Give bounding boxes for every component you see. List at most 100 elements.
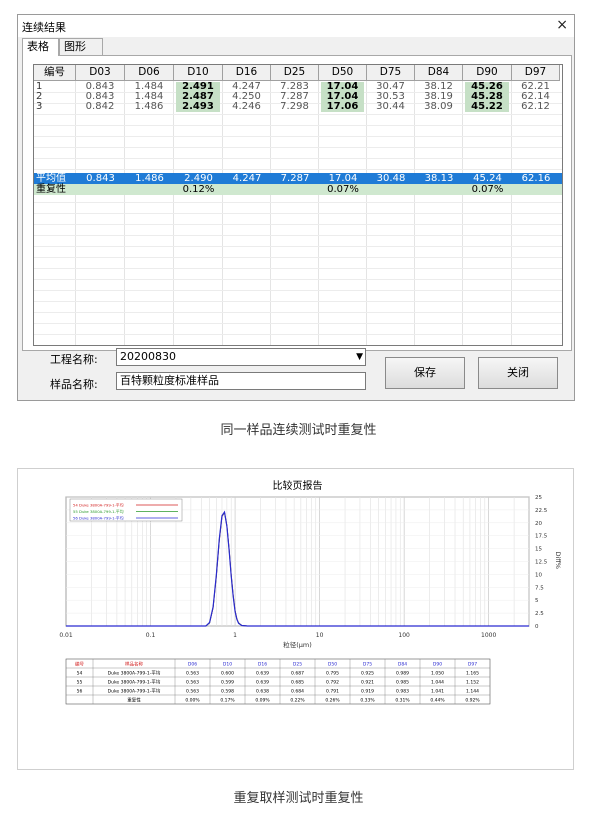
- table-cell[interactable]: 45.22: [465, 102, 509, 112]
- table-cell: 0.92%: [465, 697, 480, 703]
- table-cell: 0.17%: [220, 697, 235, 703]
- y-tick-label: 15: [535, 547, 542, 553]
- table-header: D16: [258, 661, 267, 667]
- table-cell[interactable]: 17.06: [321, 102, 364, 112]
- table-cell: 0.44%: [430, 697, 445, 703]
- chevron-down-icon[interactable]: ▼: [356, 349, 363, 365]
- report-chart: 比较页报告 0.01 0.1 1 10 100 1000 0 2.5 5 7.5 10 12.5 15 17…: [59, 479, 562, 705]
- table-cell: 1.165: [466, 670, 479, 676]
- table-cell[interactable]: 62.12: [514, 102, 557, 112]
- y-tick-label: 25: [535, 495, 542, 501]
- column-header[interactable]: D97: [512, 65, 560, 81]
- grid-line: [34, 279, 562, 280]
- average-cell: 38.13: [424, 173, 454, 184]
- table-cell: 0.638: [256, 688, 269, 694]
- column-header[interactable]: D16: [223, 65, 271, 81]
- average-cell: 2.490: [184, 173, 213, 184]
- table-cell: 56: [77, 688, 83, 694]
- average-cell: 30.48: [376, 173, 406, 184]
- column-header[interactable]: 编号: [34, 65, 76, 81]
- table-cell: 0.31%: [395, 697, 410, 703]
- table-cell: 0.989: [396, 670, 409, 676]
- table-cell[interactable]: 1.486: [127, 102, 171, 112]
- grid-line: [34, 125, 562, 126]
- y-tick-label: 12.5: [535, 560, 548, 566]
- grid-line: [34, 290, 562, 291]
- results-grid[interactable]: 编号 D03 D06 D10 D16 D25 D50 D75 D84 D90 D97 1 0.843 1.…: [33, 64, 563, 346]
- column-header[interactable]: D75: [367, 65, 415, 81]
- title-bar: 连续结果 ×: [18, 15, 574, 37]
- x-tick-label: 1: [233, 632, 237, 639]
- row-id: 3: [36, 101, 43, 112]
- table-cell[interactable]: 4.246: [225, 102, 268, 112]
- chart-title: 比较页报告: [273, 479, 323, 492]
- average-row[interactable]: 平均值 0.843 1.486 2.490 4.247 7.287 17.04 30.48 38…: [34, 173, 562, 184]
- average-cell: 45.24: [473, 173, 502, 184]
- average-cell: 7.287: [280, 173, 310, 184]
- close-icon[interactable]: ×: [556, 17, 568, 33]
- table-header: 编号: [75, 660, 84, 667]
- repeatability-cell: 0.12%: [182, 184, 215, 195]
- caption-continuous: 同一样品连续测试时重复性: [220, 423, 377, 438]
- y-tick-label: 0: [535, 624, 539, 630]
- x-tick-label: 100: [398, 632, 410, 639]
- table-header: D10: [223, 661, 232, 667]
- grid-line: [34, 345, 563, 346]
- sample-name-input[interactable]: 百特颗粒度标准样品: [116, 372, 366, 390]
- save-button[interactable]: 保存: [385, 357, 465, 389]
- column-header[interactable]: D10: [174, 65, 223, 81]
- repeatability-cell: [76, 184, 125, 195]
- column-header[interactable]: D50: [319, 65, 367, 81]
- table-cell: 0.22%: [290, 697, 305, 703]
- table-header: 样品名称: [125, 660, 143, 667]
- y-tick-label: 22.5: [535, 508, 548, 514]
- grid-line: [34, 213, 562, 214]
- column-header[interactable]: D06: [125, 65, 174, 81]
- average-cell: 17.04: [328, 173, 358, 184]
- table-header: D90: [433, 661, 442, 667]
- table-cell: 0.563: [186, 688, 199, 694]
- table-cell: 0.795: [326, 670, 339, 676]
- table-cell[interactable]: 0.842: [78, 102, 122, 112]
- table-panel: 编号 D03 D06 D10 D16 D25 D50 D75 D84 D90 D97 1 0.843 1.…: [22, 55, 572, 351]
- table-cell: 1.044: [431, 679, 444, 685]
- repeatability-cell: [367, 184, 415, 195]
- table-cell[interactable]: 2.493: [176, 102, 220, 112]
- table-cell[interactable]: 7.298: [273, 102, 316, 112]
- tab-table[interactable]: 表格: [22, 38, 59, 56]
- legend-label: 55 Duke 3800A-799-1-平均: [73, 509, 124, 514]
- table-cell: 0.639: [256, 670, 269, 676]
- table-cell: 0.09%: [255, 697, 270, 703]
- project-select[interactable]: 20200830 ▼: [116, 348, 366, 366]
- y-tick-label: 7.5: [535, 585, 544, 591]
- column-header[interactable]: D25: [271, 65, 319, 81]
- column-header[interactable]: D03: [76, 65, 125, 81]
- table-header: D25: [293, 661, 302, 667]
- column-header[interactable]: D90: [463, 65, 512, 81]
- grid-line: [34, 323, 562, 324]
- table-cell: 0.599: [221, 679, 234, 685]
- legend-label: 56 Duke 3800A-799-1-平均: [73, 516, 124, 521]
- average-cell: 0.843: [86, 173, 115, 184]
- grid-line: [34, 136, 562, 137]
- x-tick-label: 0.01: [59, 632, 73, 639]
- table-cell: Duke 3800A-799-1-平均: [108, 687, 161, 694]
- repeatability-row[interactable]: 重复性 0.12% 0.07% 0.07%: [34, 184, 562, 195]
- table-cell[interactable]: 38.09: [417, 102, 460, 112]
- grid-line: [34, 246, 562, 247]
- close-button[interactable]: 关闭: [478, 357, 558, 389]
- table-cell: 0.791: [326, 688, 339, 694]
- x-tick-label: 1000: [481, 632, 496, 639]
- y-tick-label: 5: [535, 598, 539, 604]
- grid-line: [34, 257, 562, 258]
- column-header[interactable]: D84: [415, 65, 463, 81]
- repeatability-cell: [512, 184, 560, 195]
- tab-graph[interactable]: 图形: [59, 38, 103, 55]
- project-value: 20200830: [120, 350, 176, 363]
- average-cell: 62.16: [521, 173, 551, 184]
- table-cell: 0.00%: [185, 697, 200, 703]
- table-cell: 0.563: [186, 679, 199, 685]
- table-cell[interactable]: 30.44: [369, 102, 412, 112]
- table-cell: 0.33%: [360, 697, 375, 703]
- table-cell: 1.050: [431, 670, 444, 676]
